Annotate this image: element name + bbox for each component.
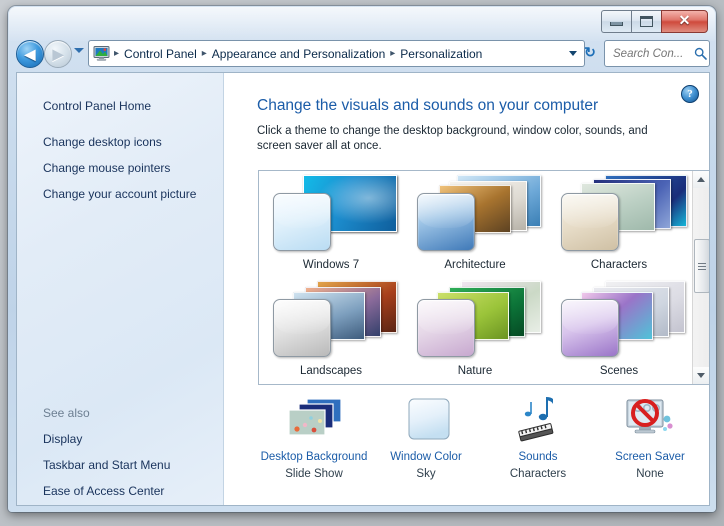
client-area: Control Panel Home Change desktop icons …: [16, 72, 710, 506]
search-icon: [691, 47, 709, 60]
theme-grid: Windows 7 Architecture Characters Landsc…: [259, 171, 692, 384]
screen-saver-icon: [617, 395, 683, 447]
maximize-icon: [640, 16, 653, 27]
minimize-button[interactable]: [601, 10, 631, 33]
setting-value: None: [636, 468, 664, 480]
breadcrumb-control-panel[interactable]: Control Panel: [121, 47, 200, 61]
setting-screen-saver[interactable]: Screen Saver None: [594, 395, 706, 495]
sidebar-item-taskbar-and-start-menu[interactable]: Taskbar and Start Menu: [43, 458, 170, 472]
maximize-button[interactable]: [631, 10, 661, 33]
sounds-icon: [505, 395, 571, 447]
content-pane: ? Change the visuals and sounds on your …: [224, 73, 709, 505]
page-title: Change the visuals and sounds on your co…: [257, 97, 599, 114]
theme-item-characters[interactable]: Characters: [547, 171, 691, 277]
theme-label: Characters: [590, 259, 648, 271]
theme-item-scenes[interactable]: Scenes: [547, 277, 691, 383]
forward-button[interactable]: ▶: [44, 40, 72, 68]
scrollbar-grip-icon: [698, 262, 706, 270]
breadcrumb-separator: ▸: [114, 48, 120, 59]
theme-label: Scenes: [599, 365, 639, 377]
theme-item-landscapes[interactable]: Landscapes: [259, 277, 403, 383]
setting-value: Characters: [509, 468, 567, 480]
desktop-background-icon: [281, 395, 347, 447]
scroll-up-button[interactable]: [693, 171, 709, 188]
help-icon[interactable]: ?: [681, 85, 699, 103]
personalization-window: ✕ ◀ ▶ ▸ Control Panel ▸ Appearance and P…: [8, 6, 716, 512]
control-panel-icon: [93, 46, 110, 61]
breadcrumb-personalization[interactable]: Personalization: [397, 47, 485, 61]
scroll-down-button[interactable]: [693, 367, 709, 384]
breadcrumb-separator: ▸: [390, 48, 396, 59]
search-input[interactable]: [611, 46, 691, 61]
chevron-down-icon: [697, 373, 705, 378]
sidebar-item-change-mouse-pointers[interactable]: Change mouse pointers: [43, 161, 196, 175]
refresh-icon: ↻: [584, 44, 596, 60]
sidebar-item-ease-of-access-center[interactable]: Ease of Access Center: [43, 484, 170, 498]
scrollbar-thumb[interactable]: [694, 239, 709, 293]
setting-title: Screen Saver: [615, 451, 685, 463]
close-button[interactable]: ✕: [661, 10, 708, 33]
breadcrumb-appearance[interactable]: Appearance and Personalization: [209, 47, 388, 61]
sidebar-item-control-panel-home[interactable]: Control Panel Home: [43, 99, 151, 113]
theme-label: Windows 7: [302, 259, 360, 271]
theme-label: Nature: [457, 365, 493, 377]
theme-settings-row: Desktop Background Slide Show Window Col…: [258, 395, 708, 495]
page-description: Click a theme to change the desktop back…: [257, 125, 648, 152]
theme-thumbnail: [267, 281, 397, 359]
recent-pages-dropdown-icon[interactable]: [74, 48, 84, 53]
forward-arrow-icon: ▶: [52, 46, 64, 62]
theme-item-windows-7[interactable]: Windows 7: [259, 171, 403, 277]
setting-title: Sounds: [518, 451, 558, 463]
breadcrumb-separator: ▸: [201, 48, 207, 59]
theme-list-scrollbar[interactable]: [692, 171, 709, 384]
chevron-up-icon: [697, 177, 705, 182]
theme-label: Architecture: [444, 259, 506, 271]
theme-list[interactable]: Windows 7 Architecture Characters Landsc…: [258, 170, 709, 385]
theme-item-nature[interactable]: Nature: [403, 277, 547, 383]
theme-label: Landscapes: [299, 365, 363, 377]
sidebar-task-list: Change desktop icons Change mouse pointe…: [43, 135, 196, 213]
window-color-icon: [393, 395, 459, 447]
theme-thumbnail: [411, 175, 541, 253]
setting-window-color[interactable]: Window Color Sky: [370, 395, 482, 495]
navigation-bar: ◀ ▶ ▸ Control Panel ▸ Appearance and Per…: [8, 36, 716, 70]
title-bar: ✕: [8, 6, 716, 36]
search-box[interactable]: [604, 40, 710, 67]
theme-item-architecture[interactable]: Architecture: [403, 171, 547, 277]
setting-title: Desktop Background: [260, 451, 368, 463]
chevron-down-icon: [569, 51, 577, 56]
theme-thumbnail: [411, 281, 541, 359]
back-button[interactable]: ◀: [16, 40, 44, 68]
window-controls: ✕: [601, 10, 708, 33]
see-also-section: See also Display Taskbar and Start Menu …: [43, 406, 170, 505]
setting-desktop-background[interactable]: Desktop Background Slide Show: [258, 395, 370, 495]
setting-title: Window Color: [390, 451, 462, 463]
close-icon: ✕: [678, 13, 691, 29]
sidebar: Control Panel Home Change desktop icons …: [17, 73, 224, 505]
sidebar-item-display[interactable]: Display: [43, 432, 170, 446]
refresh-button[interactable]: ↻: [578, 40, 602, 65]
setting-sounds[interactable]: Sounds Characters: [482, 395, 594, 495]
see-also-label: See also: [43, 406, 90, 420]
minimize-icon: [610, 22, 623, 26]
theme-thumbnail: [555, 281, 685, 359]
desktop-background: ✕ ◀ ▶ ▸ Control Panel ▸ Appearance and P…: [0, 0, 724, 526]
setting-value: Sky: [416, 468, 436, 480]
sidebar-item-change-desktop-icons[interactable]: Change desktop icons: [43, 135, 196, 149]
setting-value: Slide Show: [285, 468, 343, 480]
address-bar[interactable]: ▸ Control Panel ▸ Appearance and Persona…: [88, 40, 585, 67]
sidebar-item-change-account-picture[interactable]: Change your account picture: [43, 187, 196, 201]
theme-thumbnail: [555, 175, 687, 253]
theme-thumbnail: [267, 175, 397, 253]
back-arrow-icon: ◀: [24, 46, 36, 62]
